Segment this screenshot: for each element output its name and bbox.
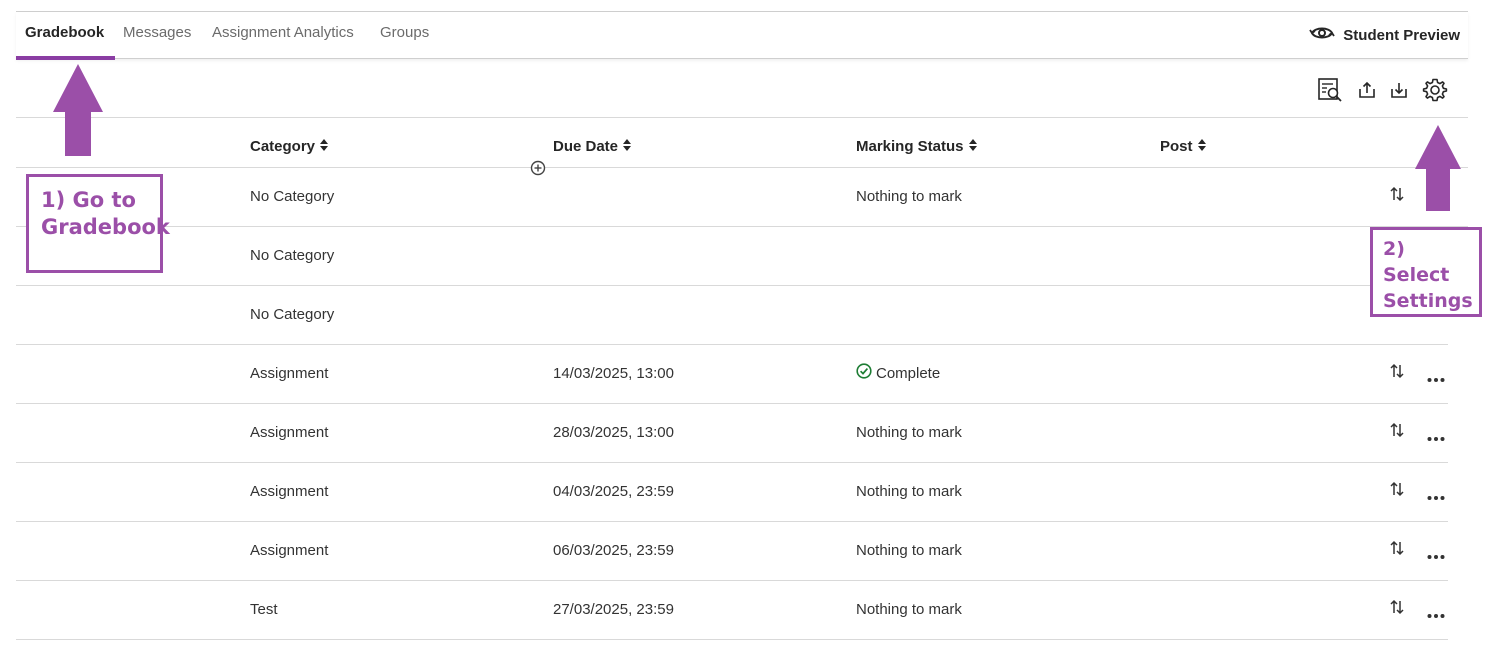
row-divider: [16, 521, 1448, 522]
more-options-button[interactable]: [1427, 370, 1445, 388]
reorder-button[interactable]: [1389, 363, 1405, 384]
ellipsis-icon: [1427, 370, 1445, 387]
reorder-arrows-icon: [1389, 422, 1405, 442]
reorder-button[interactable]: [1389, 599, 1405, 620]
row-category: No Category: [250, 306, 335, 323]
row-divider: [16, 344, 1448, 345]
sort-icon: [1197, 138, 1206, 155]
gear-icon: [1422, 77, 1448, 108]
row-category: No Category: [250, 188, 335, 205]
annotation-step2: 2) Select Settings: [1370, 227, 1482, 317]
row-category: No Category: [250, 247, 335, 264]
grade-search-button[interactable]: [1316, 77, 1344, 108]
row-marking-status: Nothing to mark: [856, 601, 962, 618]
row-marking-status: Nothing to mark: [856, 188, 962, 205]
sort-icon: [968, 138, 977, 155]
tab-assignment-analytics[interactable]: Assignment Analytics: [212, 12, 354, 58]
row-category: Assignment: [250, 542, 329, 559]
row-category: Test: [250, 601, 278, 618]
row-due-date: 06/03/2025, 23:59: [553, 542, 674, 559]
column-header-post[interactable]: Post: [1160, 138, 1206, 155]
toolbar-divider: [16, 117, 1468, 118]
ellipsis-icon: [1427, 488, 1445, 505]
more-options-button[interactable]: [1427, 488, 1445, 506]
row-divider: [16, 580, 1448, 581]
tab-bar: Gradebook Messages Assignment Analytics …: [15, 12, 1468, 60]
tab-groups[interactable]: Groups: [380, 12, 429, 58]
column-header-marking-status[interactable]: Marking Status: [856, 138, 977, 155]
row-due-date: 27/03/2025, 23:59: [553, 601, 674, 618]
search-document-icon: [1317, 77, 1343, 108]
due-date-header-label: Due Date: [553, 138, 619, 155]
reorder-button[interactable]: [1389, 422, 1405, 443]
row-divider: [16, 226, 1468, 227]
row-divider: [16, 639, 1448, 640]
annotation-arrow-up-settings: [1413, 123, 1463, 218]
header-divider: [16, 167, 1468, 168]
reorder-arrows-icon: [1389, 540, 1405, 560]
marking-status-header-label: Marking Status: [856, 138, 964, 155]
reorder-arrows-icon: [1389, 186, 1405, 206]
row-marking-status: Nothing to mark: [856, 542, 962, 559]
student-preview-button[interactable]: Student Preview: [1309, 12, 1460, 58]
more-options-button[interactable]: [1427, 547, 1445, 565]
row-category: Assignment: [250, 483, 329, 500]
check-circle-icon: [856, 363, 872, 383]
upload-icon: [1357, 80, 1377, 105]
column-header-due-date[interactable]: Due Date: [553, 138, 632, 155]
ellipsis-icon: [1427, 547, 1445, 564]
row-divider: [16, 462, 1448, 463]
more-options-button[interactable]: [1427, 429, 1445, 447]
ellipsis-icon: [1427, 606, 1445, 623]
marking-status-label: Complete: [876, 364, 941, 382]
row-due-date: 28/03/2025, 13:00: [553, 424, 674, 441]
row-category: Assignment: [250, 424, 329, 441]
sort-icon: [623, 138, 632, 155]
row-category: Assignment: [250, 365, 329, 382]
row-marking-status: Nothing to mark: [856, 483, 962, 500]
annotation-step1: 1) Go to Gradebook: [26, 174, 170, 273]
reorder-arrows-icon: [1389, 481, 1405, 501]
plus-circle-icon: [530, 160, 546, 180]
eye-sync-icon: [1309, 24, 1336, 46]
ellipsis-icon: [1427, 429, 1445, 446]
post-header-label: Post: [1160, 138, 1193, 155]
column-header-category[interactable]: Category: [250, 138, 329, 155]
row-divider: [16, 403, 1448, 404]
upload-button[interactable]: [1356, 78, 1378, 106]
row-divider: [16, 285, 1370, 286]
tab-gradebook[interactable]: Gradebook: [15, 12, 116, 60]
download-button[interactable]: [1388, 78, 1410, 106]
sort-icon: [320, 138, 329, 155]
row-due-date: 14/03/2025, 13:00: [553, 365, 674, 382]
row-marking-status: Nothing to mark: [856, 424, 962, 441]
reorder-button[interactable]: [1389, 481, 1405, 502]
reorder-arrows-icon: [1389, 599, 1405, 619]
category-header-label: Category: [250, 138, 316, 155]
tab-messages[interactable]: Messages: [123, 12, 191, 58]
settings-button[interactable]: [1421, 78, 1449, 106]
more-options-button[interactable]: [1427, 606, 1445, 624]
add-item-button[interactable]: [530, 160, 546, 176]
annotation-arrow-up-gradebook: [51, 62, 105, 163]
student-preview-label: Student Preview: [1343, 26, 1460, 44]
reorder-button[interactable]: [1389, 186, 1405, 207]
reorder-button[interactable]: [1389, 540, 1405, 561]
row-due-date: 04/03/2025, 23:59: [553, 483, 674, 500]
row-marking-status: Complete: [856, 363, 940, 383]
download-icon: [1389, 80, 1409, 105]
reorder-arrows-icon: [1389, 363, 1405, 383]
